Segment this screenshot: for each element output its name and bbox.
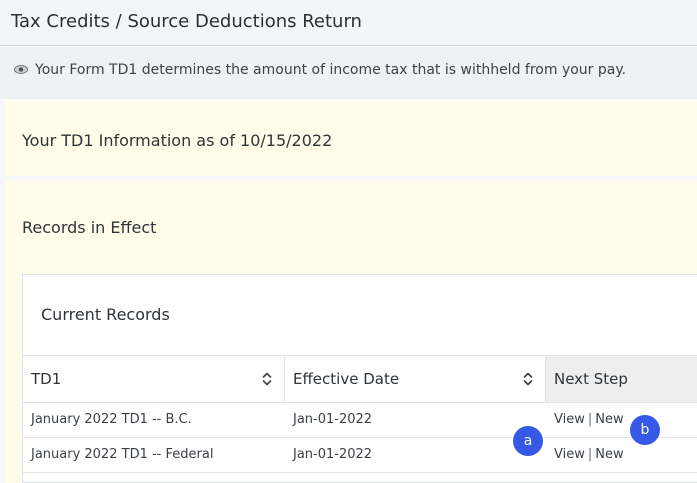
effective-date-cell: Jan-01-2022 [293,447,373,462]
td1-name-cell: January 2022 TD1 -- B.C. [31,412,192,427]
next-step-cell: View | New [554,412,624,427]
td1-info-banner: Your TD1 Information as of 10/15/2022 [5,100,697,176]
page-header: Tax Credits / Source Deductions Return [0,0,697,46]
info-message: Your Form TD1 determines the amount of i… [0,47,697,99]
column-header-next-step: Next Step [546,355,697,403]
view-link[interactable]: View [554,447,585,462]
info-eye-icon [14,65,28,74]
td1-info-title: Your TD1 Information as of 10/15/2022 [22,131,333,150]
new-link[interactable]: New [595,447,623,462]
page-title: Tax Credits / Source Deductions Return [11,11,362,32]
annotation-marker-b: b [630,415,660,445]
link-separator: | [587,412,593,427]
column-header-effective-date-label: Effective Date [293,370,400,388]
column-header-effective-date[interactable]: Effective Date [285,355,546,403]
effective-date-cell: Jan-01-2022 [293,412,373,427]
current-records-title: Current Records [41,305,170,324]
td1-name-cell: January 2022 TD1 -- Federal [31,447,214,462]
next-step-cell: View | New [554,447,624,462]
annotation-marker-a: a [513,426,543,456]
new-link[interactable]: New [595,412,623,427]
info-text: Your Form TD1 determines the amount of i… [35,62,627,78]
current-records-card: Current Records TD1 Effective Date Next … [22,274,697,483]
records-in-effect-title: Records in Effect [22,218,157,237]
column-header-td1[interactable]: TD1 [23,355,285,403]
link-separator: | [587,447,593,462]
view-link[interactable]: View [554,412,585,427]
table-row: January 2022 TD1 -- B.C. Jan-01-2022 Vie… [23,403,697,438]
column-header-next-step-label: Next Step [554,370,628,388]
page: Tax Credits / Source Deductions Return Y… [0,0,697,483]
sort-icon[interactable] [262,371,272,387]
table-row: January 2022 TD1 -- Federal Jan-01-2022 … [23,438,697,473]
sort-icon[interactable] [523,371,533,387]
column-header-td1-label: TD1 [31,370,62,388]
records-in-effect-panel: Records in Effect Current Records TD1 Ef… [5,180,697,483]
